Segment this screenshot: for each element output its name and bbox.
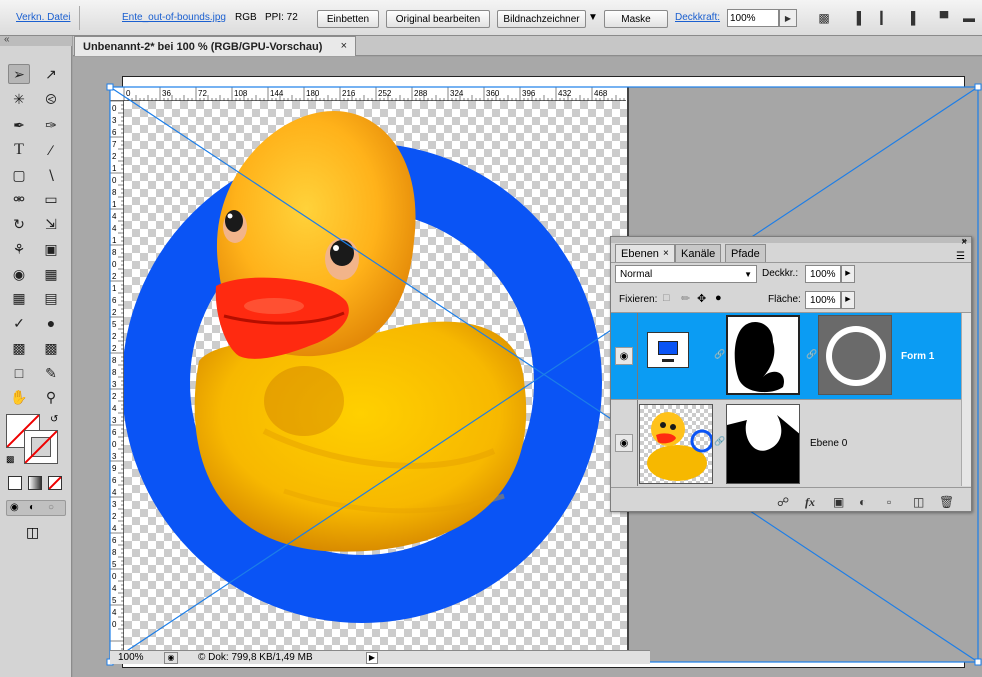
chain-link-icon[interactable]: 🔗 bbox=[714, 436, 725, 447]
fill-label: Fläche: bbox=[768, 294, 801, 305]
adjustment-layer-add-icon[interactable]: ◐ bbox=[859, 495, 866, 509]
opacity-slider-arrow-icon[interactable]: ▶ bbox=[841, 265, 855, 283]
new-layer-icon[interactable]: ◫ bbox=[913, 495, 924, 509]
opacity-label: Deckkr.: bbox=[762, 268, 799, 279]
link-layers-icon[interactable]: ☍ bbox=[777, 495, 789, 509]
handle-top-right[interactable] bbox=[974, 83, 982, 91]
tab-paths[interactable]: Pfade bbox=[725, 244, 766, 262]
lock-transparency-icon[interactable]: □ bbox=[663, 292, 670, 304]
tab-layers[interactable]: Ebenen × bbox=[615, 244, 675, 262]
panel-grip[interactable] bbox=[611, 237, 971, 243]
add-mask-icon[interactable]: ▣ bbox=[833, 495, 844, 509]
handle-top-left[interactable] bbox=[106, 83, 114, 91]
layers-scrollbar[interactable] bbox=[961, 313, 971, 486]
layer-fill-input[interactable]: 100% bbox=[805, 291, 841, 309]
visibility-eye-icon[interactable]: ◉ bbox=[615, 434, 633, 452]
adjustment-layer-icon bbox=[647, 332, 689, 368]
visibility-eye-icon[interactable]: ◉ bbox=[615, 347, 633, 365]
layer-name-form1[interactable]: Form 1 bbox=[901, 351, 934, 362]
blend-mode-value: Normal bbox=[620, 268, 653, 280]
layer-mask-thumbnail[interactable] bbox=[726, 315, 800, 395]
blend-mode-select[interactable]: Normal ▼ bbox=[615, 265, 757, 283]
layer-image-thumbnail[interactable] bbox=[639, 404, 713, 484]
status-arrow-icon[interactable]: ▶ bbox=[366, 651, 378, 664]
layer-row-ebene0[interactable]: ◉ 🔗 Ebene 0 bbox=[611, 400, 961, 486]
lock-all-icon[interactable]: ● bbox=[715, 292, 722, 304]
chain-link-icon[interactable]: 🔗 bbox=[714, 349, 725, 360]
panel-close-icon[interactable]: × bbox=[961, 237, 967, 248]
zoom-level[interactable]: 100% bbox=[118, 652, 158, 663]
tab-close-icon[interactable]: × bbox=[663, 248, 669, 259]
delete-layer-icon[interactable]: 🗑 bbox=[939, 495, 954, 509]
layer-name-ebene0[interactable]: Ebene 0 bbox=[810, 438, 847, 449]
layer-style-fx-icon[interactable]: fx bbox=[805, 495, 815, 510]
doc-size: © Dok: 799,8 KB/1,49 MB bbox=[198, 652, 313, 663]
layers-panel: » × Ebenen × Kanäle Pfade ☰ Normal ▼ Dec… bbox=[610, 235, 972, 512]
status-bar: 100% ◉ © Dok: 799,8 KB/1,49 MB ▶ bbox=[110, 650, 650, 664]
new-group-icon[interactable]: ▫ bbox=[887, 495, 891, 509]
lock-label: Fixieren: bbox=[619, 294, 658, 305]
panel-menu-icon[interactable]: ☰ bbox=[956, 251, 965, 262]
handle-bottom-right[interactable] bbox=[974, 658, 982, 666]
tab-channels[interactable]: Kanäle bbox=[675, 244, 722, 262]
layer-opacity-input[interactable]: 100% bbox=[805, 265, 841, 283]
lock-pixels-icon[interactable]: ✏ bbox=[681, 292, 690, 305]
layer-mask-thumbnail[interactable] bbox=[726, 404, 800, 484]
tab-channels-label: Kanäle bbox=[681, 247, 716, 260]
tab-paths-label: Pfade bbox=[731, 247, 760, 260]
tab-layers-label: Ebenen bbox=[621, 247, 659, 260]
lock-position-icon[interactable]: ✥ bbox=[697, 292, 706, 305]
status-options-icon[interactable]: ◉ bbox=[164, 651, 178, 664]
layer-row-form1[interactable]: ◉ 🔗 🔗 Form 1 bbox=[611, 313, 961, 399]
chevron-down-icon: ▼ bbox=[744, 269, 752, 279]
vector-mask-thumbnail[interactable] bbox=[818, 315, 892, 395]
fill-slider-arrow-icon[interactable]: ▶ bbox=[841, 291, 855, 309]
vector-chain-link-icon[interactable]: 🔗 bbox=[806, 349, 817, 360]
